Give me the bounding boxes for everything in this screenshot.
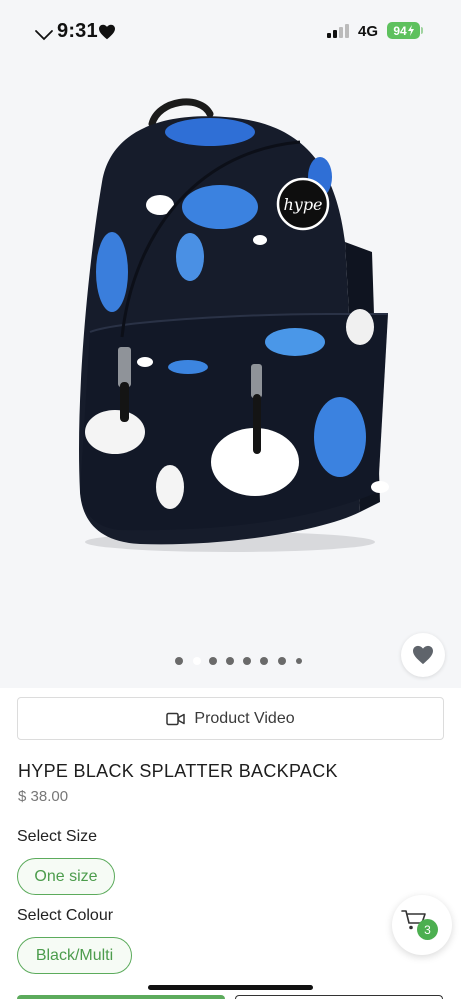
heart-icon [413, 645, 433, 665]
battery-tip [421, 27, 423, 34]
product-image: hype [79, 98, 389, 552]
product-title: HYPE BLACK SPLATTER BACKPACK [18, 761, 338, 781]
network-type: 4G [358, 23, 379, 40]
battery-level: 94 [393, 23, 407, 38]
pagination-dot[interactable] [175, 657, 183, 665]
product-image-gallery[interactable]: 9:31 4G 94 hype [0, 0, 461, 688]
charging-bolt-icon [407, 25, 414, 36]
status-bar: 9:31 4G 94 [0, 0, 461, 60]
pagination-dot[interactable] [260, 657, 268, 665]
battery-indicator: 94 [387, 22, 420, 39]
image-pagination [0, 656, 461, 666]
chevron-down-icon [35, 30, 53, 41]
video-camera-icon [166, 712, 186, 725]
pagination-dot[interactable] [209, 657, 217, 665]
pagination-dot[interactable] [243, 657, 251, 665]
home-indicator [148, 985, 313, 990]
product-video-label: Product Video [194, 709, 295, 727]
cart-button[interactable]: 3 [392, 895, 452, 955]
pagination-dot-active[interactable] [193, 657, 201, 665]
status-time: 9:31 [57, 20, 98, 42]
favorite-button[interactable] [401, 633, 445, 677]
select-size-label: Select Size [17, 828, 98, 845]
svg-text:hype: hype [283, 195, 322, 214]
cart-count-badge: 3 [417, 919, 438, 940]
signal-icon [327, 24, 349, 38]
select-colour-label: Select Colour [17, 907, 114, 924]
size-option-button[interactable]: One size [17, 858, 115, 895]
add-to-cart-button[interactable] [17, 995, 225, 999]
product-price: $ 38.00 [18, 788, 69, 805]
colour-option-button[interactable]: Black/Multi [17, 937, 132, 974]
pagination-dot[interactable] [226, 657, 234, 665]
heart-status-icon [99, 24, 115, 40]
product-video-button[interactable]: Product Video [17, 697, 444, 740]
pagination-dot[interactable] [296, 658, 302, 664]
pagination-dot[interactable] [278, 657, 286, 665]
buy-now-button[interactable] [235, 995, 443, 999]
